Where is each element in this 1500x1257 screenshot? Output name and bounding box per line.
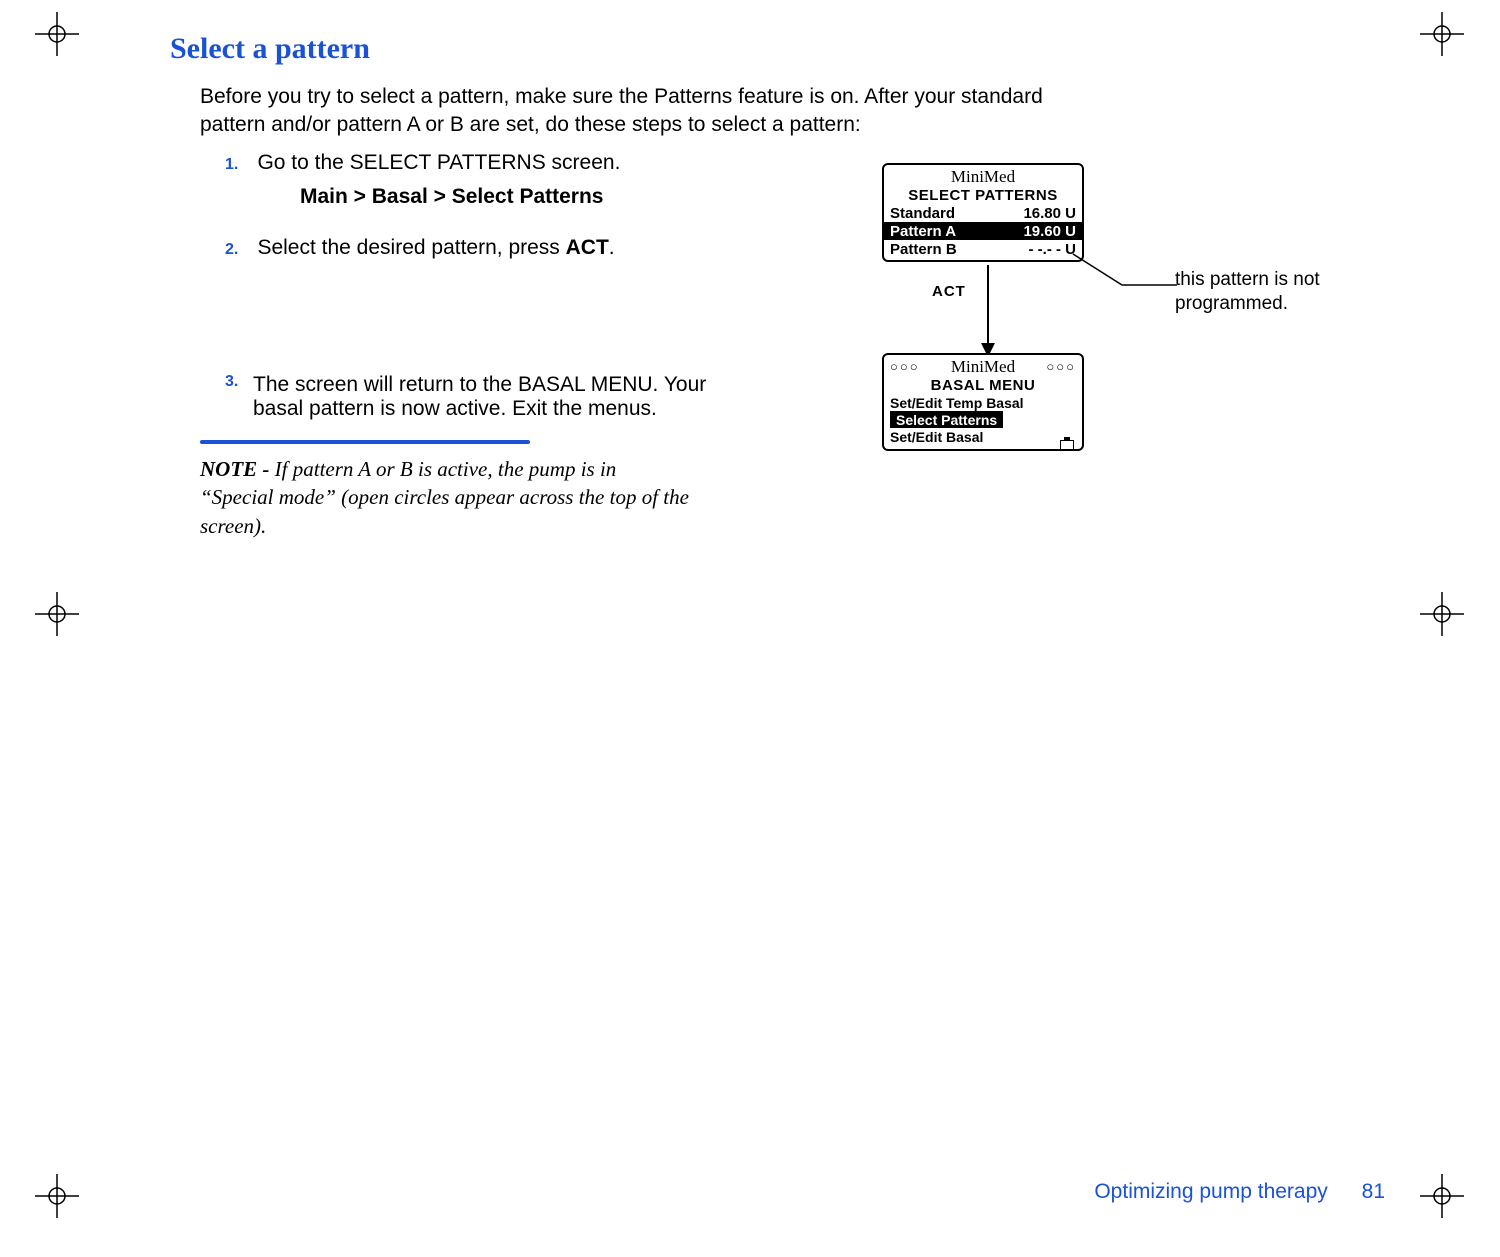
screen2-item-set-edit-temp-basal: Set/Edit Temp Basal — [884, 394, 1082, 411]
step-1: 1. Go to the SELECT PATTERNS screen. — [225, 151, 785, 175]
step-3-number: 3. — [225, 373, 253, 391]
footer-page-number: 81 — [1362, 1180, 1385, 1203]
screen1-row2-label: Pattern B — [890, 241, 957, 258]
crop-mark-mid-left — [35, 592, 79, 636]
crop-mark-top-right — [1420, 12, 1464, 56]
screen1-title: SELECT PATTERNS — [884, 187, 1082, 204]
page-footer: Optimizing pump therapy 81 — [1094, 1180, 1385, 1257]
note-block: NOTE - If pattern A or B is active, the … — [200, 455, 690, 540]
screen1-row0-label: Standard — [890, 205, 955, 222]
screen2-brand: MiniMed — [951, 357, 1015, 377]
screen1-row-pattern-a: Pattern A 19.60 U — [884, 222, 1082, 240]
act-label: ACT — [932, 283, 966, 300]
footer-section-title: Optimizing pump therapy — [1094, 1180, 1355, 1203]
arrow-down-icon — [978, 265, 998, 357]
crop-mark-bottom-right — [1420, 1174, 1464, 1218]
callout-text: this pattern is not programmed. — [1175, 268, 1395, 316]
battery-icon — [1060, 440, 1074, 451]
crop-mark-mid-right — [1420, 592, 1464, 636]
section-heading: Select a pattern — [170, 32, 370, 66]
screen2-item-select-patterns: Select Patterns — [890, 411, 1003, 428]
crop-mark-top-left — [35, 12, 79, 56]
step-3-text: The screen will return to the BASAL MENU… — [253, 373, 735, 421]
step-2-text-a: Select the desired pattern, press — [257, 236, 565, 259]
screen1-row1-label: Pattern A — [890, 223, 956, 240]
callout-leader-line — [1067, 248, 1177, 288]
step-3: 3. The screen will return to the BASAL M… — [225, 373, 735, 421]
screen1-row1-value: 19.60 U — [1023, 223, 1076, 240]
special-mode-circles-right: ○○○ — [1046, 359, 1076, 375]
step-1-text: Go to the SELECT PATTERNS screen. — [257, 151, 620, 174]
step-1-number: 1. — [225, 156, 253, 174]
screen2-item-set-edit-basal: Set/Edit Basal — [884, 428, 1082, 445]
screen1-row-pattern-b: Pattern B - -.- - U — [884, 240, 1082, 258]
step-2-text-c: . — [609, 236, 615, 259]
intro-paragraph: Before you try to select a pattern, make… — [200, 83, 1110, 140]
special-mode-circles-left: ○○○ — [890, 359, 920, 375]
note-divider — [200, 440, 530, 444]
note-label: NOTE - — [200, 457, 275, 481]
nav-path: Main > Basal > Select Patterns — [300, 185, 603, 209]
screen1-row-standard: Standard 16.80 U — [884, 204, 1082, 222]
screen1-brand: MiniMed — [884, 165, 1082, 187]
step-2: 2. Select the desired pattern, press ACT… — [225, 236, 785, 260]
device-screen-basal-menu: ○○○ MiniMed ○○○ BASAL MENU Set/Edit Temp… — [882, 353, 1084, 451]
crop-mark-bottom-left — [35, 1174, 79, 1218]
device-screen-select-patterns: MiniMed SELECT PATTERNS Standard 16.80 U… — [882, 163, 1084, 262]
screen1-row0-value: 16.80 U — [1023, 205, 1076, 222]
screen2-title: BASAL MENU — [884, 377, 1082, 394]
step-2-number: 2. — [225, 241, 253, 259]
step-2-act: ACT — [566, 236, 609, 259]
